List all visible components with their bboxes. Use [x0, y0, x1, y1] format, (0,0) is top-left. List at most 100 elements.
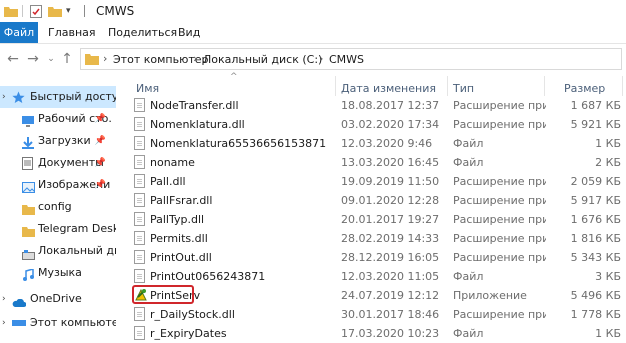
- file-size: 1 687 КБ: [570, 99, 621, 112]
- file-date: 09.01.2020 12:28: [341, 194, 440, 207]
- sidebar-item-label: Быстрый доступ: [30, 90, 116, 103]
- file-name: r_ExpiryDates: [150, 327, 227, 340]
- column-header-name[interactable]: Имя: [136, 82, 159, 95]
- file-icon: [134, 269, 145, 283]
- file-type: Расширение при...: [453, 175, 546, 188]
- file-row[interactable]: noname 13.03.2020 16:45 Файл 2 КБ: [126, 153, 626, 172]
- dll-file-icon: [134, 174, 145, 188]
- sidebar-item-desktop[interactable]: Рабочий сто. 📌: [0, 108, 116, 130]
- file-date: 12.03.2020 11:05: [341, 270, 440, 283]
- file-type: Расширение при...: [453, 308, 546, 321]
- column-header-type[interactable]: Тип: [453, 82, 474, 95]
- file-name: PallTyp.dll: [150, 213, 205, 226]
- breadcrumb-local-disk[interactable]: Локальный диск (C:): [203, 53, 322, 66]
- file-row-highlighted[interactable]: PrintServ 24.07.2019 12:12 Приложение 5 …: [126, 285, 626, 305]
- folder-icon: [22, 223, 35, 240]
- file-date: 03.02.2020 17:34: [341, 118, 440, 131]
- expand-chevron-icon[interactable]: ›: [2, 86, 6, 108]
- download-icon: [22, 135, 34, 152]
- file-name: Permits.dll: [150, 232, 208, 245]
- sidebar-item-pictures[interactable]: Изображени 📌: [0, 174, 116, 196]
- file-row[interactable]: PallTyp.dll 20.01.2017 19:27 Расширение …: [126, 210, 626, 229]
- sidebar-item-telegram[interactable]: Telegram Deskto: [0, 218, 116, 240]
- column-divider[interactable]: [544, 76, 545, 96]
- file-row[interactable]: r_ExpiryDates 17.03.2020 10:23 Файл 1 КБ: [126, 324, 626, 343]
- back-arrow-icon[interactable]: ←: [6, 52, 20, 66]
- file-size: 2 КБ: [595, 156, 621, 169]
- expand-chevron-icon[interactable]: ›: [2, 312, 6, 326]
- file-date: 30.01.2017 18:46: [341, 308, 440, 321]
- sidebar-item-quick-access[interactable]: › Быстрый доступ: [0, 86, 116, 108]
- drive-icon: [22, 246, 35, 262]
- file-size: 2 059 КБ: [570, 175, 621, 188]
- file-row[interactable]: Nomenklatura.dll 03.02.2020 17:34 Расшир…: [126, 115, 626, 134]
- column-header-date[interactable]: Дата изменения: [341, 82, 436, 95]
- app-folder-icon: [4, 4, 18, 18]
- sidebar-item-local-disk[interactable]: Локальный дис: [0, 240, 116, 262]
- pin-icon: 📌: [94, 158, 106, 168]
- navigation-bar: ← → ⌄ ↑ › Этот компьютер › Локальный дис…: [0, 44, 626, 74]
- sidebar-item-this-pc[interactable]: › Этот компьютер: [0, 312, 116, 326]
- properties-icon[interactable]: [30, 4, 42, 18]
- file-type: Расширение при...: [453, 213, 546, 226]
- file-date: 18.08.2017 12:37: [341, 99, 440, 112]
- sidebar-item-label: Музыка: [38, 266, 82, 279]
- file-name: NodeTransfer.dll: [150, 99, 239, 112]
- breadcrumb-separator-icon[interactable]: ›: [319, 52, 323, 65]
- file-row[interactable]: Permits.dll 28.02.2019 14:33 Расширение …: [126, 229, 626, 248]
- file-size: 1 КБ: [595, 327, 621, 340]
- tab-home[interactable]: Главная: [48, 22, 96, 43]
- file-list: NodeTransfer.dll 18.08.2017 12:37 Расшир…: [126, 96, 626, 340]
- file-date: 13.03.2020 16:45: [341, 156, 440, 169]
- tab-file[interactable]: Файл: [0, 22, 38, 43]
- file-row[interactable]: NodeTransfer.dll 18.08.2017 12:37 Расшир…: [126, 96, 626, 115]
- sidebar-item-onedrive[interactable]: › OneDrive: [0, 288, 116, 310]
- file-row[interactable]: Pall.dll 19.09.2019 11:50 Расширение при…: [126, 172, 626, 191]
- address-bar[interactable]: › Этот компьютер › Локальный диск (C:) ›…: [80, 48, 622, 70]
- file-type: Расширение при...: [453, 118, 546, 131]
- file-row[interactable]: r_DailyStock.dll 30.01.2017 18:46 Расшир…: [126, 305, 626, 324]
- file-name: Nomenklatura.dll: [150, 118, 245, 131]
- tab-share[interactable]: Поделиться: [108, 22, 177, 43]
- breadcrumb-cmws[interactable]: CMWS: [329, 53, 364, 66]
- sidebar-item-label: Загрузки: [38, 134, 91, 147]
- recent-locations-chevron-icon[interactable]: ⌄: [44, 52, 58, 66]
- file-date: 20.01.2017 19:27: [341, 213, 440, 226]
- sidebar-item-documents[interactable]: Документы 📌: [0, 152, 116, 174]
- pictures-icon: [22, 179, 36, 196]
- address-folder-icon: [85, 52, 99, 68]
- file-row[interactable]: PrintOut.dll 28.12.2019 16:05 Расширение…: [126, 248, 626, 267]
- column-header-size[interactable]: Размер: [564, 82, 605, 95]
- file-icon: [134, 155, 145, 169]
- sidebar-item-downloads[interactable]: Загрузки 📌: [0, 130, 116, 152]
- forward-arrow-icon[interactable]: →: [26, 52, 40, 66]
- file-row[interactable]: PallFsrar.dll 09.01.2020 12:28 Расширени…: [126, 191, 626, 210]
- file-name: PallFsrar.dll: [150, 194, 213, 207]
- sidebar-item-music[interactable]: Музыка: [0, 262, 116, 284]
- dll-file-icon: [134, 307, 145, 321]
- new-folder-icon[interactable]: [48, 4, 62, 18]
- file-icon: [134, 136, 145, 150]
- column-divider[interactable]: [447, 76, 448, 96]
- expand-chevron-icon[interactable]: ›: [2, 288, 6, 310]
- up-arrow-icon[interactable]: ↑: [60, 52, 74, 66]
- tab-view[interactable]: Вид: [178, 22, 200, 43]
- file-type: Приложение: [453, 289, 527, 302]
- red-highlight-box: [132, 285, 194, 304]
- file-row[interactable]: Nomenklatura65536656153871 12.03.2020 9:…: [126, 134, 626, 153]
- sidebar-item-config[interactable]: config: [0, 196, 116, 218]
- file-row[interactable]: PrintOut0656243871 12.03.2020 11:05 Файл…: [126, 267, 626, 286]
- quick-access-dropdown-icon[interactable]: ▾: [66, 4, 71, 18]
- file-size: 1 676 КБ: [570, 213, 621, 226]
- column-divider[interactable]: [335, 76, 336, 96]
- file-date: 19.09.2019 11:50: [341, 175, 440, 188]
- ribbon-tabs: Файл Главная Поделиться Вид: [0, 22, 626, 44]
- breadcrumb-separator-icon[interactable]: ›: [193, 52, 197, 65]
- column-divider[interactable]: [622, 76, 623, 96]
- star-icon: [12, 90, 25, 108]
- dll-file-icon: [134, 250, 145, 264]
- dll-file-icon: [134, 98, 145, 112]
- navigation-pane: › Быстрый доступ Рабочий сто. 📌 Загрузки…: [0, 76, 116, 326]
- title-bar: ▾ CMWS: [0, 0, 626, 22]
- breadcrumb-separator-icon[interactable]: ›: [103, 52, 107, 65]
